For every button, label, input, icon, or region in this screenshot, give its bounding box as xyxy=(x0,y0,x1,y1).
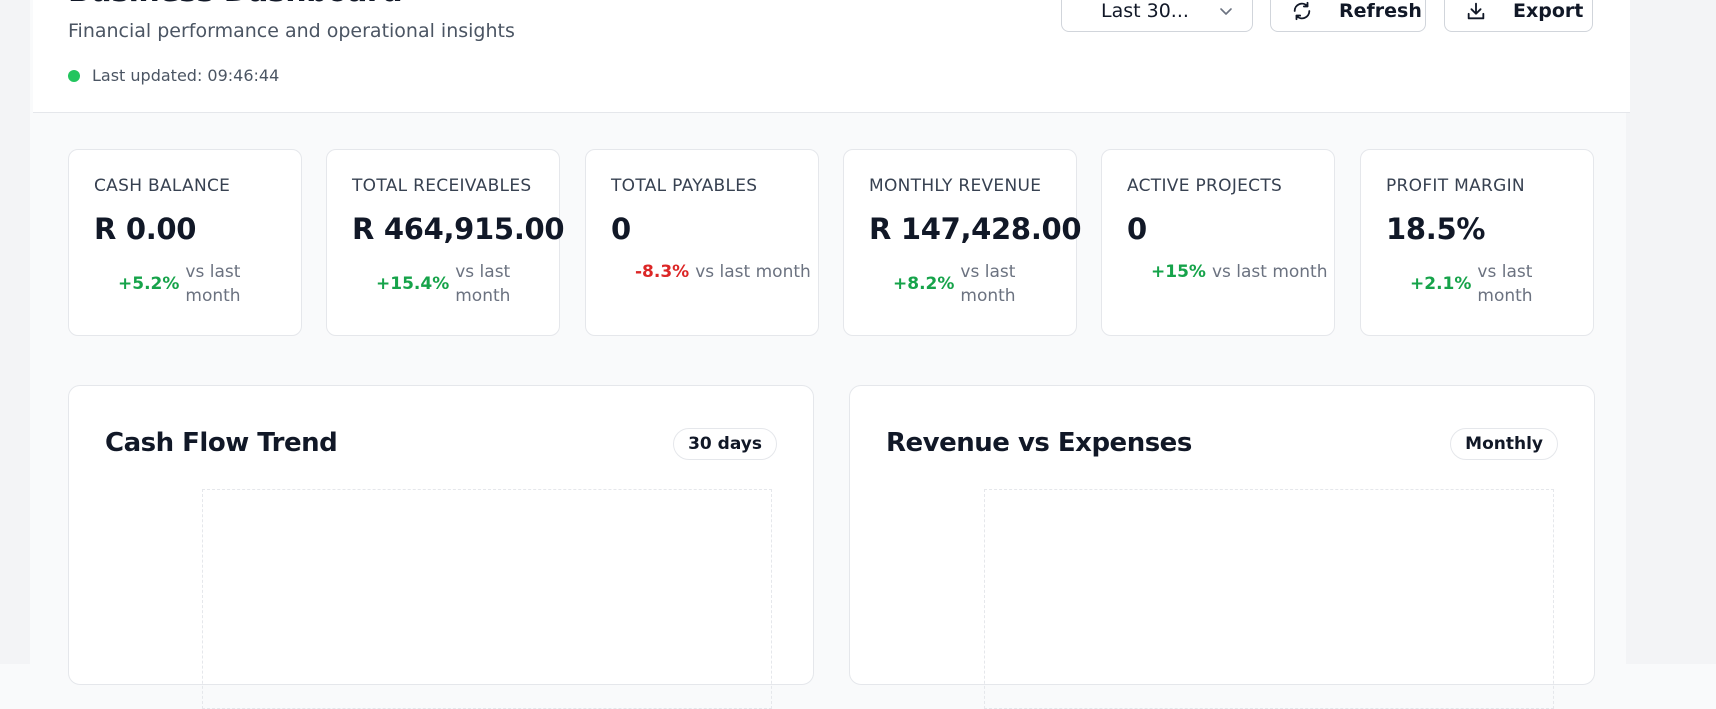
kpi-change: -8.3% vs last month xyxy=(635,260,818,284)
kpi-value: 18.5% xyxy=(1386,212,1486,246)
status-dot-icon xyxy=(68,69,80,82)
kpi-label: PROFIT MARGIN xyxy=(1386,176,1525,196)
last-updated-status: Last updated: 09:46:44 xyxy=(68,66,279,85)
kpi-value: R 147,428.00 xyxy=(869,212,1082,246)
kpi-comparison: vs last month xyxy=(1477,262,1533,306)
kpi-value: 0 xyxy=(1127,212,1147,246)
refresh-button[interactable]: Refresh xyxy=(1270,0,1426,32)
dashboard-header: Business Dashboard Financial performance… xyxy=(33,0,1630,113)
left-gutter xyxy=(0,0,30,664)
page-title: Business Dashboard xyxy=(68,0,403,9)
kpi-card-cash-balance: CASH BALANCE R 0.00 +5.2% vs last month xyxy=(68,149,302,336)
kpi-comparison: vs last month xyxy=(185,262,241,306)
kpi-card-total-receivables: TOTAL RECEIVABLES R 464,915.00 +15.4% vs… xyxy=(326,149,565,336)
export-label: Export xyxy=(1513,0,1584,22)
kpi-label: TOTAL PAYABLES xyxy=(611,176,758,196)
kpi-comparison: vs last month xyxy=(1211,262,1328,282)
right-scroll-area xyxy=(1626,0,1716,664)
refresh-icon xyxy=(1291,0,1313,22)
kpi-value: R 0.00 xyxy=(94,212,197,246)
revenue-vs-expenses-chart-card: Revenue vs Expenses Monthly xyxy=(849,385,1595,709)
kpi-label: TOTAL RECEIVABLES xyxy=(352,176,532,196)
kpi-card-monthly-revenue: MONTHLY REVENUE R 147,428.00 +8.2% vs la… xyxy=(843,149,1082,336)
chart-period-badge: Monthly xyxy=(1450,428,1558,460)
kpi-delta: +2.1% xyxy=(1410,274,1472,294)
chart-title: Cash Flow Trend xyxy=(105,428,338,458)
chart-period-badge: 30 days xyxy=(673,428,777,460)
page-subtitle: Financial performance and operational in… xyxy=(68,20,515,42)
kpi-card-active-projects: ACTIVE PROJECTS 0 +15% vs last month xyxy=(1101,149,1335,336)
kpi-label: CASH BALANCE xyxy=(94,176,231,196)
kpi-delta: +15% xyxy=(1151,262,1206,282)
download-icon xyxy=(1465,0,1487,22)
kpi-change: +8.2% vs last month xyxy=(893,260,1076,308)
kpi-label: MONTHLY REVENUE xyxy=(869,176,1042,196)
kpi-change: +15.4% vs last month xyxy=(376,260,559,308)
kpi-comparison: vs last month xyxy=(960,262,1016,306)
kpi-label: ACTIVE PROJECTS xyxy=(1127,176,1283,196)
kpi-card-total-payables: TOTAL PAYABLES 0 -8.3% vs last month xyxy=(585,149,819,336)
chevron-down-icon xyxy=(1218,3,1234,19)
refresh-label: Refresh xyxy=(1339,0,1422,22)
chart-plot-area xyxy=(202,489,772,709)
export-button[interactable]: Export xyxy=(1444,0,1593,32)
kpi-delta: +5.2% xyxy=(118,274,180,294)
kpi-change: +15% vs last month xyxy=(1151,260,1334,284)
cash-flow-chart-card: Cash Flow Trend 30 days xyxy=(68,385,814,709)
last-updated-text: Last updated: 09:46:44 xyxy=(92,66,280,85)
kpi-delta: +15.4% xyxy=(376,274,450,294)
kpi-value: R 464,915.00 xyxy=(352,212,565,246)
kpi-delta: -8.3% xyxy=(635,262,690,282)
chart-plot-area xyxy=(984,489,1554,709)
kpi-comparison: vs last month xyxy=(695,262,811,282)
kpi-change: +2.1% vs last month xyxy=(1410,260,1593,308)
kpi-value: 0 xyxy=(611,212,631,246)
kpi-delta: +8.2% xyxy=(893,274,955,294)
date-range-value: Last 30... xyxy=(1101,0,1189,22)
chart-title: Revenue vs Expenses xyxy=(886,428,1192,458)
kpi-card-profit-margin: PROFIT MARGIN 18.5% +2.1% vs last month xyxy=(1360,149,1594,336)
kpi-comparison: vs last month xyxy=(455,262,511,306)
kpi-change: +5.2% vs last month xyxy=(118,260,301,308)
date-range-select[interactable]: Last 30... xyxy=(1061,0,1253,32)
